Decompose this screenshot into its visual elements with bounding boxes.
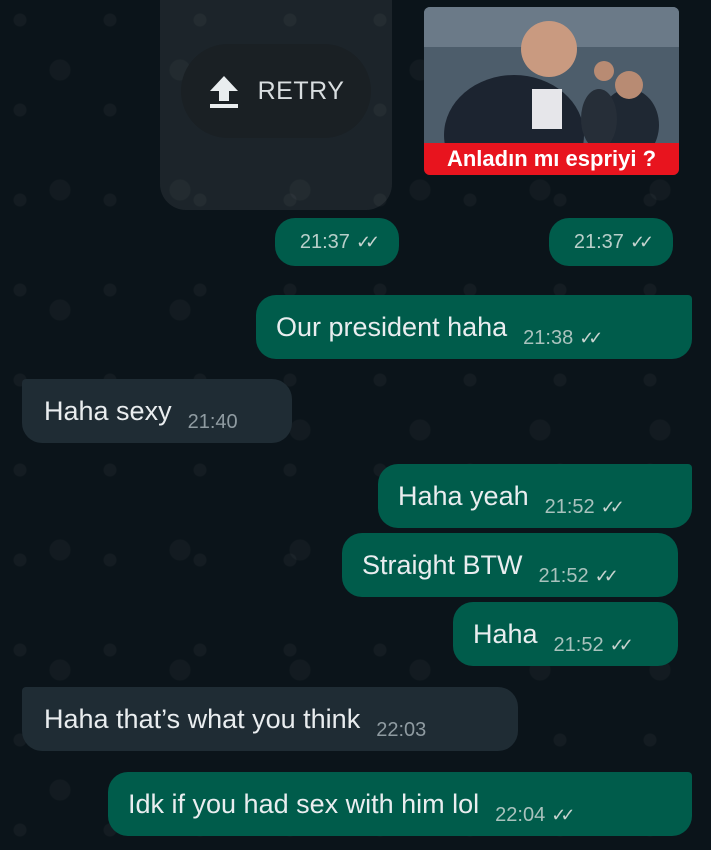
- message-bubble-outgoing[interactable]: Haha yeah 21:52 ✓✓: [378, 464, 692, 528]
- message-time: 21:37: [573, 230, 624, 253]
- message-bubble-outgoing[interactable]: Haha 21:52 ✓✓: [453, 602, 678, 666]
- double-check-icon: ✓✓: [579, 327, 603, 348]
- message-bubble-outgoing[interactable]: Idk if you had sex with him lol 22:04 ✓✓: [108, 772, 692, 836]
- photo-thumbnail: [424, 7, 679, 143]
- image-message-time: 21:37 ✓✓: [549, 218, 673, 266]
- message-bubble-incoming[interactable]: Haha sexy 21:40: [22, 379, 292, 443]
- message-time: 21:40: [187, 410, 238, 433]
- message-time: 22:03: [376, 718, 427, 741]
- image-caption: Anladın mı espriyi ?: [424, 143, 679, 175]
- double-check-icon: ✓✓: [609, 634, 634, 655]
- message-text: Haha yeah: [398, 480, 529, 511]
- message-time: 21:52: [544, 495, 595, 518]
- pending-message-time: 21:37 ✓✓: [275, 218, 399, 266]
- double-check-icon: ✓✓: [355, 231, 380, 252]
- message-text: Haha: [473, 618, 538, 649]
- message-time: 21:52: [553, 633, 604, 656]
- message-bubble-outgoing[interactable]: Our president haha 21:38 ✓✓: [256, 295, 692, 359]
- double-check-icon: ✓✓: [629, 231, 654, 252]
- image-message[interactable]: Anladın mı espriyi ?: [424, 7, 679, 175]
- message-text: Our president haha: [276, 311, 508, 342]
- message-text: Idk if you had sex with him lol: [128, 788, 480, 819]
- message-time: 21:37: [299, 230, 350, 253]
- retry-label: RETRY: [257, 76, 345, 105]
- message-bubble-incoming[interactable]: Haha that’s what you think 22:03: [22, 687, 518, 751]
- message-bubble-outgoing[interactable]: Straight BTW 21:52 ✓✓: [342, 533, 678, 597]
- double-check-icon: ✓✓: [594, 565, 619, 586]
- double-check-icon: ✓✓: [600, 496, 625, 517]
- double-check-icon: ✓✓: [551, 804, 575, 825]
- upload-icon: [209, 76, 238, 108]
- retry-button[interactable]: RETRY: [181, 44, 371, 138]
- message-time: 22:04: [495, 803, 546, 826]
- message-time: 21:38: [523, 326, 574, 349]
- message-text: Straight BTW: [362, 549, 523, 580]
- message-text: Haha that’s what you think: [44, 703, 361, 734]
- message-time: 21:52: [538, 564, 589, 587]
- message-text: Haha sexy: [44, 395, 172, 426]
